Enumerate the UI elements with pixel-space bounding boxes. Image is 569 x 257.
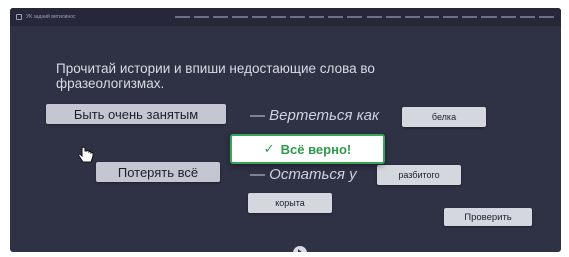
progress-segment (366, 16, 382, 18)
progress-segment (232, 16, 248, 18)
hand-pointer-icon (78, 146, 94, 163)
progress-segment (462, 16, 478, 18)
check-icon: ✓ (263, 141, 275, 156)
phrase-card-lose-all[interactable]: Потерять всё (96, 162, 220, 182)
idiom-completion-2: — Остаться у (250, 166, 357, 183)
progress-segment (443, 16, 459, 18)
answer-slot-2[interactable]: разбитого (377, 165, 461, 185)
progress-segment (328, 16, 344, 18)
word-bank-tile[interactable]: корыта (248, 193, 332, 213)
progress-segment (385, 16, 401, 18)
progress-segment (309, 16, 325, 18)
progress-segment (500, 16, 516, 18)
idiom-completion-1: — Вертеться как (250, 107, 380, 124)
progress-segment (347, 16, 363, 18)
progress-track (175, 16, 558, 18)
feedback-text: Всё верно! (280, 141, 352, 157)
progress-segment (175, 16, 191, 18)
task-title: УК задний витилинос (26, 14, 76, 20)
progress-segment (538, 16, 554, 18)
exercise-window: УК задний витилинос Прочитай истории и в… (10, 8, 561, 252)
answer-slot-1[interactable]: белка (402, 107, 486, 127)
progress-segment (251, 16, 267, 18)
top-bar: УК задний витилинос (10, 8, 561, 26)
progress-segment (404, 16, 420, 18)
progress-segment (519, 16, 535, 18)
progress-segment (423, 16, 440, 18)
check-button[interactable]: Проверить (444, 208, 532, 226)
app-logo-icon (16, 14, 22, 20)
phrase-card-busy[interactable]: Быть очень занятым (46, 104, 226, 124)
success-feedback: ✓ Всё верно! (230, 134, 385, 164)
progress-segment (270, 16, 286, 18)
progress-segment (194, 16, 210, 18)
progress-segment (213, 16, 229, 18)
progress-segment (481, 16, 497, 18)
instruction-text: Прочитай истории и впиши недостающие сло… (56, 61, 375, 91)
progress-segment (289, 16, 306, 18)
play-icon[interactable] (293, 246, 307, 252)
